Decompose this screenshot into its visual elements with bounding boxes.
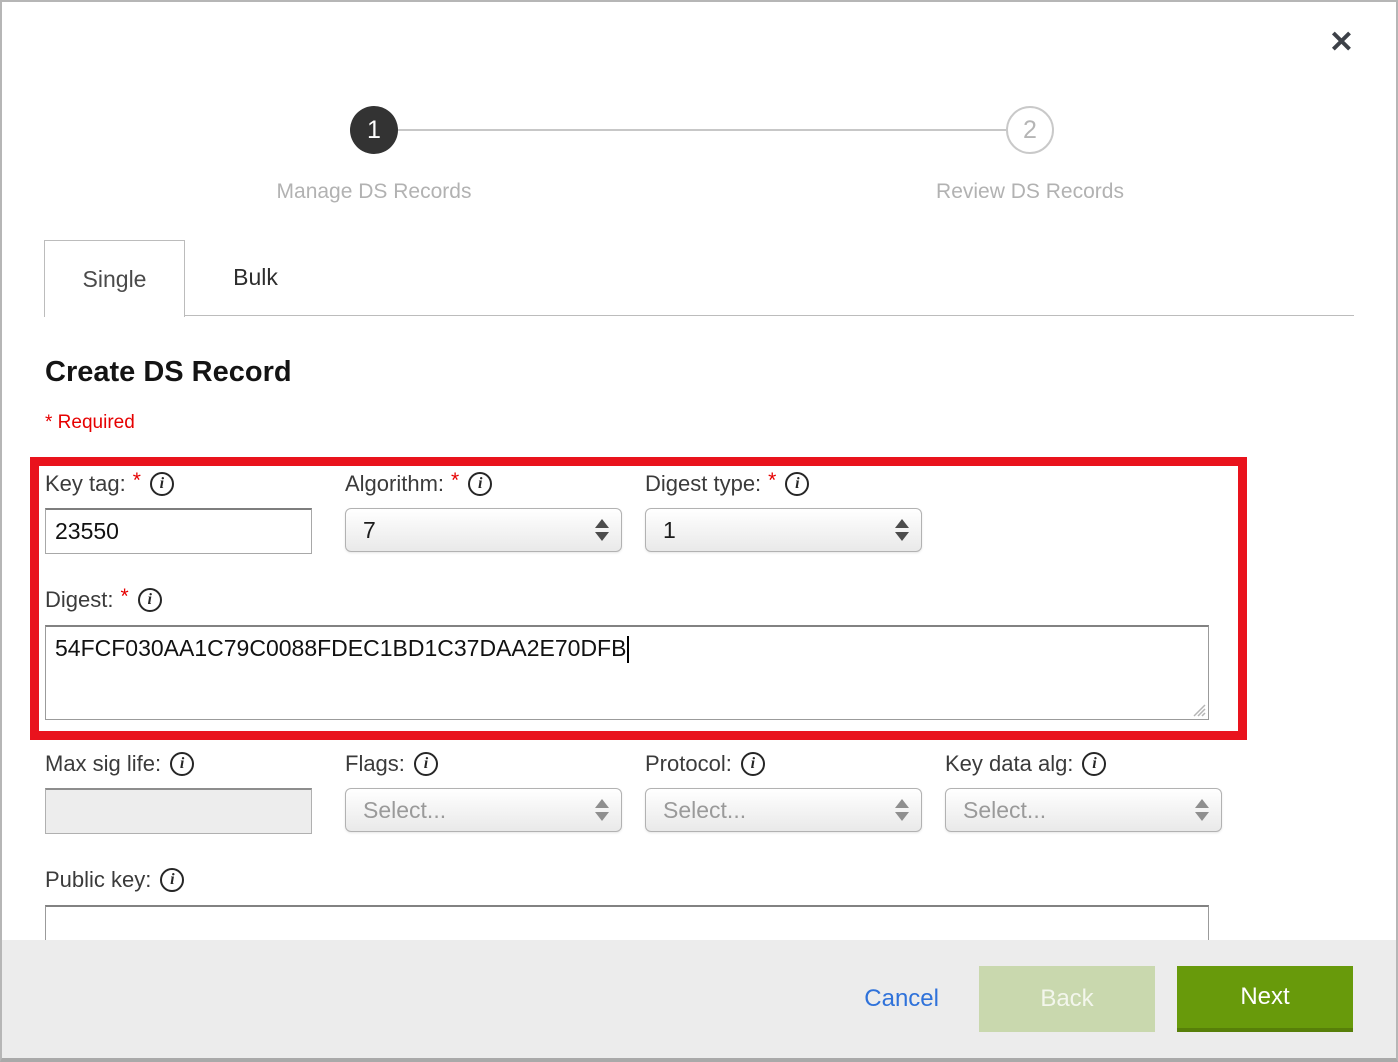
info-icon[interactable]: i	[785, 472, 809, 496]
max-sig-life-label: Max sig life: i	[45, 749, 322, 779]
digest-type-select-value: 1	[663, 517, 676, 544]
protocol-select-value: Select...	[663, 797, 746, 824]
max-sig-life-field: Max sig life: i	[45, 749, 322, 834]
key-data-alg-select[interactable]: Select...	[945, 788, 1222, 832]
key-data-alg-field: Key data alg: i Select...	[945, 749, 1222, 832]
max-sig-life-input	[45, 788, 312, 834]
tab-bulk[interactable]: Bulk	[185, 240, 326, 315]
digest-type-label: Digest type: * i	[645, 469, 922, 499]
key-tag-label-text: Key tag:	[45, 471, 126, 497]
key-tag-label: Key tag: * i	[45, 469, 322, 499]
key-data-alg-select-value: Select...	[963, 797, 1046, 824]
digest-textarea[interactable]: 54FCF030AA1C79C0088FDEC1BD1C37DAA2E70DFB	[45, 625, 1209, 720]
flags-select-value: Select...	[363, 797, 446, 824]
digest-field: Digest: * i 54FCF030AA1C79C0088FDEC1BD1C…	[45, 585, 1353, 720]
digest-type-select[interactable]: 1	[645, 508, 922, 552]
field-row-1: Key tag: * i Algorithm: * i 7	[45, 469, 1353, 554]
max-sig-life-label-text: Max sig life:	[45, 751, 161, 777]
required-asterisk: *	[133, 469, 141, 493]
info-icon[interactable]: i	[414, 752, 438, 776]
resize-handle-icon[interactable]	[1191, 702, 1206, 717]
required-asterisk: *	[768, 469, 776, 493]
select-arrows-icon	[1195, 799, 1209, 821]
step-2-circle: 2	[1006, 106, 1054, 154]
step-2-label: Review DS Records	[936, 180, 1124, 204]
info-icon[interactable]: i	[1082, 752, 1106, 776]
digest-label-text: Digest:	[45, 587, 113, 613]
cancel-button[interactable]: Cancel	[864, 985, 939, 1013]
text-cursor	[627, 636, 629, 663]
required-note: * Required	[45, 412, 1353, 434]
algorithm-label-text: Algorithm:	[345, 471, 444, 497]
next-button[interactable]: Next	[1177, 966, 1353, 1032]
mode-tabs: Single Bulk	[44, 240, 1354, 316]
form-content: Create DS Record * Required Key tag: * i…	[2, 356, 1396, 1035]
digest-type-field: Digest type: * i 1	[645, 469, 922, 552]
key-tag-input[interactable]	[45, 508, 312, 554]
public-key-label: Public key: i	[45, 865, 1353, 895]
protocol-select[interactable]: Select...	[645, 788, 922, 832]
algorithm-label: Algorithm: * i	[345, 469, 622, 499]
info-icon[interactable]: i	[468, 472, 492, 496]
select-arrows-icon	[595, 799, 609, 821]
algorithm-select-value: 7	[363, 517, 376, 544]
protocol-label: Protocol: i	[645, 749, 922, 779]
required-asterisk: *	[451, 469, 459, 493]
info-icon[interactable]: i	[170, 752, 194, 776]
algorithm-select[interactable]: 7	[345, 508, 622, 552]
digest-label: Digest: * i	[45, 585, 1353, 615]
digest-type-label-text: Digest type:	[645, 471, 761, 497]
tab-single[interactable]: Single	[44, 240, 185, 317]
flags-label: Flags: i	[345, 749, 622, 779]
step-1-label: Manage DS Records	[277, 180, 472, 204]
modal-footer: Cancel Back Next	[2, 940, 1396, 1058]
info-icon[interactable]: i	[138, 588, 162, 612]
digest-value: 54FCF030AA1C79C0088FDEC1BD1C37DAA2E70DFB	[55, 635, 626, 661]
select-arrows-icon	[595, 519, 609, 541]
flags-field: Flags: i Select...	[345, 749, 622, 832]
required-asterisk: *	[120, 585, 128, 609]
info-icon[interactable]: i	[741, 752, 765, 776]
protocol-field: Protocol: i Select...	[645, 749, 922, 832]
select-arrows-icon	[895, 799, 909, 821]
info-icon[interactable]: i	[160, 868, 184, 892]
protocol-label-text: Protocol:	[645, 751, 732, 777]
algorithm-field: Algorithm: * i 7	[345, 469, 622, 552]
create-ds-record-modal: ✕ 1 2 Manage DS Records Review DS Record…	[0, 0, 1398, 1062]
flags-select[interactable]: Select...	[345, 788, 622, 832]
public-key-label-text: Public key:	[45, 867, 151, 893]
page-title: Create DS Record	[45, 356, 1353, 389]
key-data-alg-label-text: Key data alg:	[945, 751, 1073, 777]
wizard-stepper: 1 2 Manage DS Records Review DS Records	[2, 2, 1396, 240]
flags-label-text: Flags:	[345, 751, 405, 777]
back-button: Back	[979, 966, 1155, 1032]
step-1-circle: 1	[350, 106, 398, 154]
field-row-3: Max sig life: i Flags: i Select... Proto…	[45, 749, 1353, 834]
key-tag-field: Key tag: * i	[45, 469, 322, 554]
key-data-alg-label: Key data alg: i	[945, 749, 1222, 779]
stepper-connector-line	[374, 129, 1030, 131]
info-icon[interactable]: i	[150, 472, 174, 496]
select-arrows-icon	[895, 519, 909, 541]
